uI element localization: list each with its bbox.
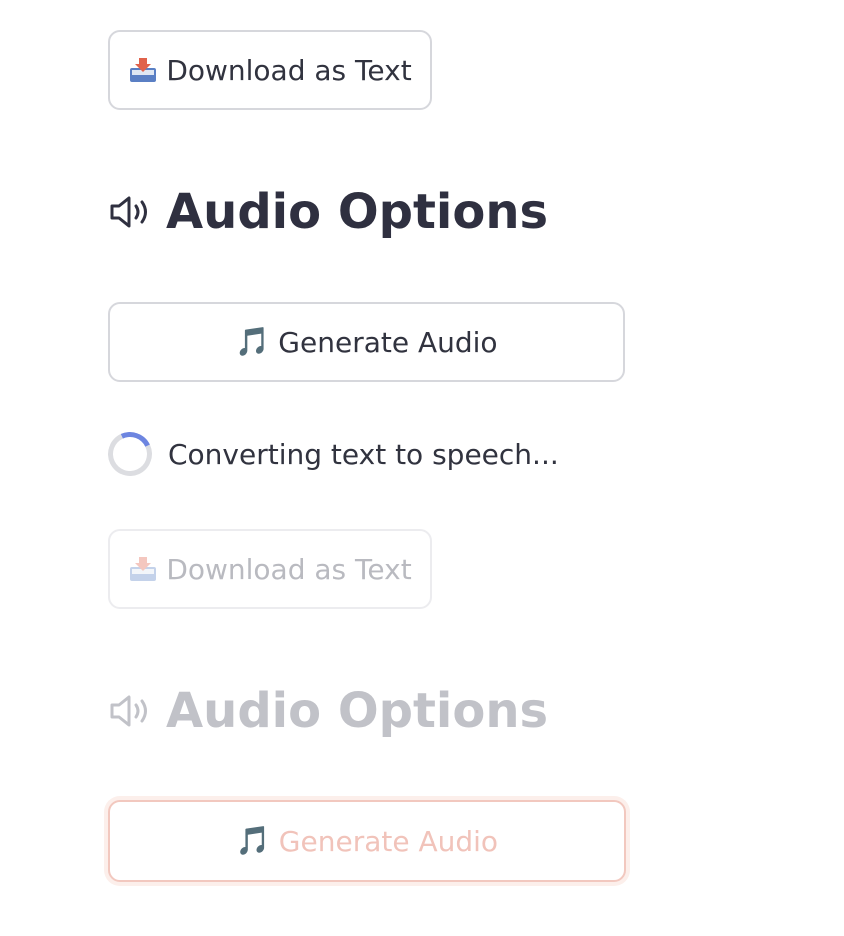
generate-audio-button[interactable]: 🎵 Generate Audio (108, 302, 625, 382)
faded-audio-options-title: Audio Options (166, 683, 549, 739)
inbox-tray-icon (128, 555, 158, 583)
speaker-icon (108, 692, 154, 730)
faded-audio-options-heading: Audio Options (108, 683, 548, 739)
faded-generate-audio-button[interactable]: 🎵 Generate Audio (104, 796, 630, 886)
loading-spinner-icon (101, 425, 159, 483)
faded-download-as-text-button[interactable]: Download as Text (108, 529, 432, 609)
faded-generate-audio-label: Generate Audio (278, 824, 499, 858)
musical-note-icon: 🎵 (235, 325, 271, 358)
audio-options-title: Audio Options (166, 184, 549, 240)
download-as-text-label: Download as Text (166, 53, 412, 87)
audio-options-heading: Audio Options (108, 184, 548, 240)
conversion-status: Converting text to speech... (101, 425, 559, 483)
inbox-tray-icon (128, 56, 158, 84)
musical-note-icon: 🎵 (235, 824, 271, 857)
faded-generate-audio-button-inner[interactable]: 🎵 Generate Audio (108, 800, 626, 882)
faded-download-as-text-label: Download as Text (166, 552, 412, 586)
speaker-icon (108, 193, 154, 231)
generate-audio-label: Generate Audio (278, 325, 498, 359)
conversion-status-text: Converting text to speech... (168, 437, 559, 471)
download-as-text-button[interactable]: Download as Text (108, 30, 432, 110)
